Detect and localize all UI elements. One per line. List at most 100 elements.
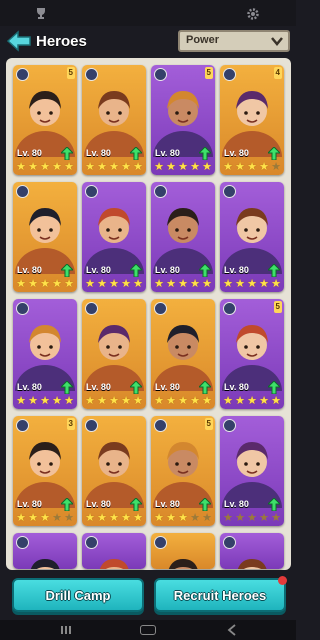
upgrade-arrow-icon (199, 498, 211, 511)
hero-class-icon (85, 536, 98, 549)
hero-level: Lv. 80 (155, 499, 180, 509)
star-icon: ★ (85, 394, 95, 407)
star-icon: ★ (85, 160, 95, 173)
star-rating: ★ ★ ★ ★ ★ (84, 395, 144, 407)
hero-card[interactable]: 5 Lv. 80 ★ ★ ★ ★ ★ (151, 65, 215, 175)
hero-level: Lv. 80 (86, 148, 111, 158)
recruit-heroes-button[interactable]: Recruit Heroes (154, 576, 287, 612)
hero-class-icon (85, 68, 98, 81)
hero-card[interactable]: Lv. 80 ★ ★ ★ ★ ★ (220, 182, 284, 292)
star-rating: ★ ★ ★ ★ ★ (15, 278, 75, 290)
upgrade-arrow-icon (130, 381, 142, 394)
star-icon: ★ (166, 394, 176, 407)
star-icon: ★ (16, 511, 26, 524)
system-nav-bar (0, 620, 296, 640)
hero-card[interactable]: Lv. 80 ★ ★ ★ ★ ★ (82, 416, 146, 526)
star-icon: ★ (202, 394, 212, 407)
star-icon: ★ (190, 160, 200, 173)
star-icon: ★ (223, 394, 233, 407)
level-row: Lv. 80 (220, 498, 284, 512)
nav-back-icon[interactable] (226, 624, 238, 636)
star-icon: ★ (247, 160, 257, 173)
back-arrow-icon[interactable] (6, 30, 32, 52)
upgrade-arrow-icon (268, 381, 280, 394)
upgrade-arrow-icon (199, 264, 211, 277)
star-icon: ★ (52, 394, 62, 407)
level-row: Lv. 80 (13, 147, 77, 161)
star-icon: ★ (178, 160, 188, 173)
star-icon: ★ (133, 277, 143, 290)
level-row: Lv. 80 (151, 381, 215, 395)
star-icon: ★ (190, 511, 200, 524)
star-rating: ★ ★ ★ ★ ★ (15, 395, 75, 407)
star-rating: ★ ★ ★ ★ ★ (84, 161, 144, 173)
hero-class-icon (223, 302, 236, 315)
hero-card[interactable] (151, 533, 215, 569)
star-icon: ★ (85, 277, 95, 290)
star-icon: ★ (28, 394, 38, 407)
hero-card[interactable]: Lv. 80 ★ ★ ★ ★ ★ (82, 65, 146, 175)
hero-card[interactable]: 5 Lv. 80 ★ ★ ★ ★ ★ (151, 416, 215, 526)
star-icon: ★ (28, 160, 38, 173)
recent-apps-icon[interactable] (60, 625, 72, 635)
star-icon: ★ (64, 394, 74, 407)
star-icon: ★ (166, 160, 176, 173)
star-icon: ★ (202, 277, 212, 290)
level-row: Lv. 80 (220, 264, 284, 278)
hero-card[interactable]: 5 Lv. 80 ★ ★ ★ ★ ★ (13, 65, 77, 175)
hero-level: Lv. 80 (224, 148, 249, 158)
hero-card[interactable]: 5 Lv. 80 ★ ★ ★ ★ ★ (220, 299, 284, 409)
hero-level: Lv. 80 (155, 265, 180, 275)
level-row: Lv. 80 (220, 147, 284, 161)
star-icon: ★ (97, 511, 107, 524)
trophy-icon[interactable] (34, 7, 48, 21)
sort-dropdown[interactable]: Power (178, 30, 290, 52)
star-icon: ★ (28, 277, 38, 290)
star-icon: ★ (271, 511, 281, 524)
hero-card[interactable]: 4 Lv. 80 ★ ★ ★ ★ ★ (220, 65, 284, 175)
star-icon: ★ (235, 394, 245, 407)
level-row: Lv. 80 (13, 498, 77, 512)
hero-class-icon (16, 302, 29, 315)
star-icon: ★ (235, 160, 245, 173)
star-icon: ★ (64, 511, 74, 524)
level-row: Lv. 80 (13, 264, 77, 278)
hero-card[interactable] (82, 533, 146, 569)
hero-card[interactable]: Lv. 80 ★ ★ ★ ★ ★ (151, 299, 215, 409)
star-icon: ★ (178, 394, 188, 407)
hero-card[interactable]: Lv. 80 ★ ★ ★ ★ ★ (82, 299, 146, 409)
hero-card[interactable]: Lv. 80 ★ ★ ★ ★ ★ (13, 182, 77, 292)
star-rating: ★ ★ ★ ★ ★ (84, 278, 144, 290)
hero-card[interactable] (13, 533, 77, 569)
hero-card[interactable]: Lv. 80 ★ ★ ★ ★ ★ (82, 182, 146, 292)
hero-class-icon (223, 68, 236, 81)
upgrade-arrow-icon (61, 498, 73, 511)
hero-card[interactable]: Lv. 80 ★ ★ ★ ★ ★ (151, 182, 215, 292)
hero-grid: 5 Lv. 80 ★ ★ ★ ★ ★ Lv. 80 ★ ★ ★ ★ ★ 5 Lv. 80 (13, 65, 286, 569)
level-row: Lv. 80 (82, 381, 146, 395)
hero-class-icon (223, 185, 236, 198)
gear-icon[interactable] (246, 7, 260, 21)
hero-card[interactable]: Lv. 80 ★ ★ ★ ★ ★ (220, 416, 284, 526)
hero-level: Lv. 80 (17, 499, 42, 509)
star-rating: ★ ★ ★ ★ ★ (222, 161, 282, 173)
chevron-down-icon (271, 37, 283, 46)
hero-grid-panel: 5 Lv. 80 ★ ★ ★ ★ ★ Lv. 80 ★ ★ ★ ★ ★ 5 Lv. 80 (6, 58, 291, 570)
hero-card[interactable] (220, 533, 284, 569)
star-icon: ★ (259, 511, 269, 524)
star-icon: ★ (166, 277, 176, 290)
star-rating: ★ ★ ★ ★ ★ (153, 161, 213, 173)
star-icon: ★ (154, 511, 164, 524)
drill-camp-button[interactable]: Drill Camp (12, 578, 144, 612)
star-icon: ★ (178, 511, 188, 524)
hero-card[interactable]: 3 Lv. 80 ★ ★ ★ ★ ★ (13, 416, 77, 526)
hero-class-icon (85, 185, 98, 198)
hero-card[interactable]: Lv. 80 ★ ★ ★ ★ ★ (13, 299, 77, 409)
stage-badge: 5 (204, 418, 213, 430)
star-rating: ★ ★ ★ ★ ★ (15, 512, 75, 524)
hero-class-icon (154, 419, 167, 432)
star-icon: ★ (52, 511, 62, 524)
upgrade-arrow-icon (130, 147, 142, 160)
level-row: Lv. 80 (220, 381, 284, 395)
home-icon[interactable] (140, 625, 156, 635)
